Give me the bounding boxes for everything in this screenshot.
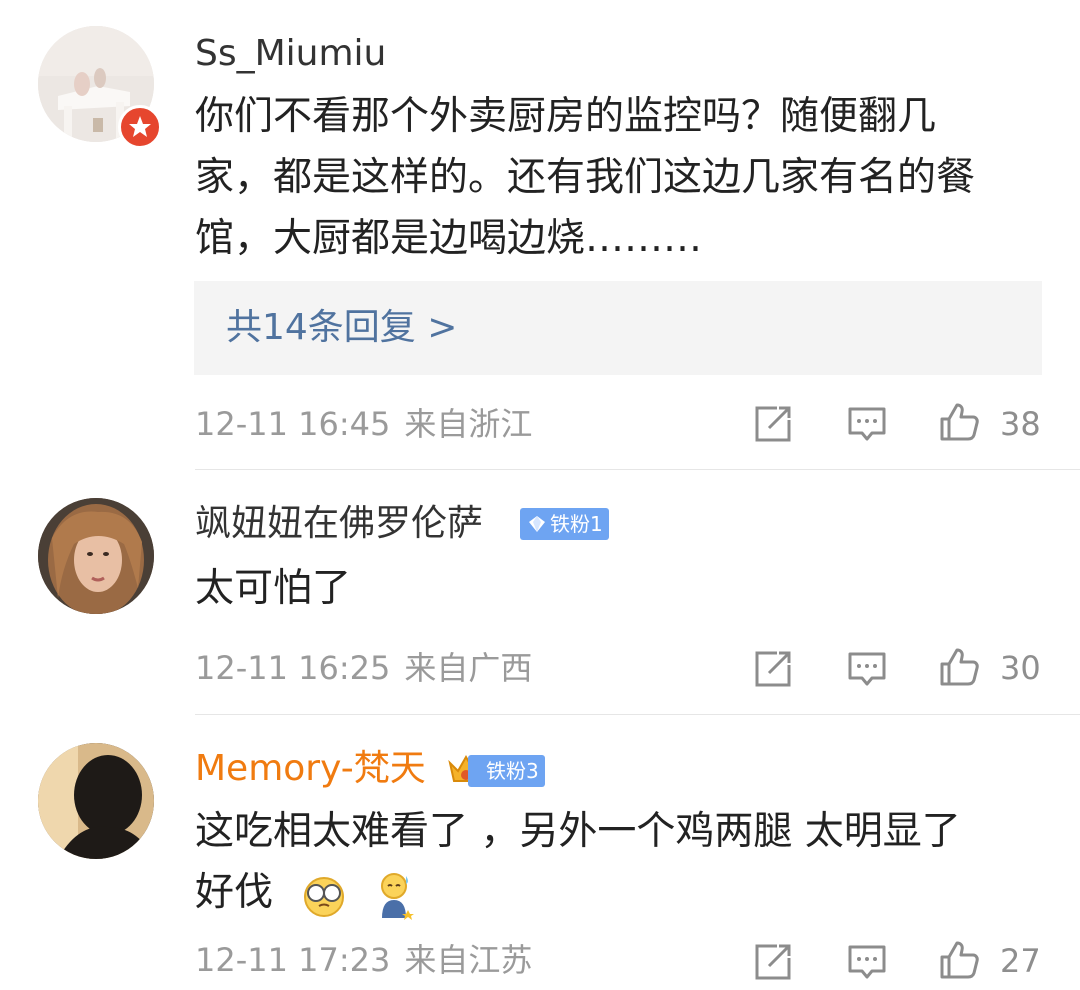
fan-badge-label: 铁粉1: [550, 512, 603, 536]
comment-icon[interactable]: [846, 648, 888, 690]
like-count: 27: [1000, 942, 1041, 980]
fan-badge-label: 铁粉3: [486, 759, 539, 783]
comment-icon[interactable]: [846, 403, 888, 445]
username[interactable]: Memory-梵天: [195, 747, 426, 791]
comment-text-line: 太可怕了: [195, 566, 352, 611]
avatar[interactable]: [38, 498, 154, 614]
share-icon[interactable]: [752, 403, 794, 445]
comment-meta: 12-11 17:23 来自江苏: [195, 940, 532, 980]
share-icon[interactable]: [752, 648, 794, 690]
fan-badge: 铁粉1: [520, 508, 609, 540]
view-replies-link[interactable]: 共14条回复 >: [226, 306, 457, 350]
like-count: 30: [1000, 649, 1041, 687]
star-icon: [129, 116, 151, 137]
location: 来自江苏: [404, 941, 533, 979]
share-icon[interactable]: [752, 941, 794, 983]
comment-item: 飒妞妞在佛罗伦萨 铁粉1 太可怕了 12-11 16:25 来自广西 30: [0, 470, 1080, 715]
replies-panel[interactable]: 共14条回复 >: [194, 281, 1042, 375]
comment-text: 你们不看那个外卖厨房的监控吗？随便翻几 家，都是这样的。还有我们这边几家有名的餐…: [195, 86, 1055, 269]
timestamp: 12-11 16:45: [195, 405, 391, 443]
like-icon[interactable]: [938, 401, 980, 443]
like-count: 38: [1000, 405, 1041, 443]
comment-text-line: 馆，大厨都是边喝边烧………: [195, 216, 703, 261]
fan-badge: 铁粉3: [468, 755, 545, 787]
diamond-icon: [529, 516, 545, 532]
comment-icon[interactable]: [846, 941, 888, 983]
comment-text-line: 好伐: [195, 862, 1055, 923]
comment-text: 太可怕了: [195, 558, 1055, 619]
like-icon[interactable]: [938, 939, 980, 981]
comment-item: Memory-梵天 铁粉3 这吃相太难看了 ，另外一个鸡两腿 太明显了 好伐 1…: [0, 715, 1080, 990]
sweating-person-emoji: [380, 872, 414, 920]
comment-text-line: 这吃相太难看了 ，另外一个鸡两腿 太明显了: [195, 809, 961, 854]
comment-meta: 12-11 16:25 来自广西: [195, 648, 532, 688]
username[interactable]: Ss_Miumiu: [195, 32, 386, 76]
location: 来自浙江: [404, 405, 533, 443]
comment-text-line: 家，都是这样的。还有我们这边几家有名的餐: [195, 155, 976, 200]
comment-item: Ss_Miumiu 你们不看那个外卖厨房的监控吗？随便翻几 家，都是这样的。还有…: [0, 0, 1080, 470]
comment-text: 这吃相太难看了 ，另外一个鸡两腿 太明显了 好伐: [195, 801, 1055, 923]
timestamp: 12-11 17:23: [195, 941, 391, 979]
username[interactable]: 飒妞妞在佛罗伦萨: [195, 502, 483, 546]
location: 来自广西: [404, 649, 533, 687]
avatar[interactable]: [38, 743, 154, 859]
comment-text-line: 你们不看那个外卖厨房的监控吗？随便翻几: [195, 94, 937, 139]
star-badge: [118, 105, 162, 149]
timestamp: 12-11 16:25: [195, 649, 391, 687]
like-icon[interactable]: [938, 646, 980, 688]
comment-text-fragment: 好伐: [195, 870, 274, 915]
comment-meta: 12-11 16:45 来自浙江: [195, 404, 532, 444]
glasses-face-emoji: [304, 876, 345, 917]
